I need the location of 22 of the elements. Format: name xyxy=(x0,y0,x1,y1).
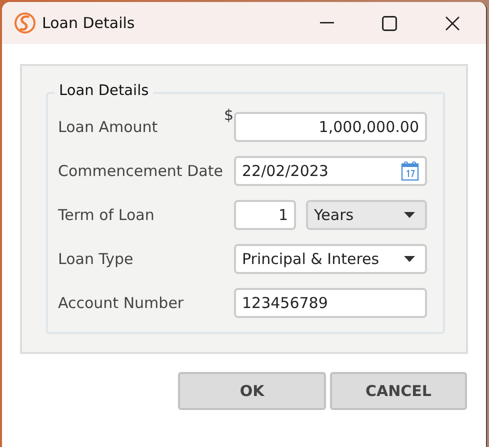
field-label: Loan Amount xyxy=(58,118,159,136)
dropdown-caret-icon[interactable] xyxy=(404,212,415,218)
field-label: Term of Loan xyxy=(58,206,156,224)
account-number-field[interactable]: 123456789 xyxy=(234,288,427,318)
dropdown-caret-icon[interactable] xyxy=(404,256,415,262)
field-label: Commencement Date xyxy=(58,162,224,180)
minimize-icon[interactable] xyxy=(320,22,334,24)
calendar-icon[interactable] xyxy=(401,161,419,181)
field-label: Loan Type xyxy=(58,250,134,268)
date-field[interactable]: 22/02/2023 xyxy=(234,156,427,186)
window-title: Loan Details xyxy=(42,14,135,32)
field-label: Account Number xyxy=(58,294,185,312)
currency-symbol: $ xyxy=(224,106,234,124)
amount-field[interactable]: 1,000,000.00 xyxy=(234,112,427,142)
ok-button[interactable]: OK xyxy=(178,372,326,410)
maximize-icon[interactable] xyxy=(382,16,397,30)
cancel-button[interactable]: CANCEL xyxy=(330,372,467,410)
loan-type-dropdown[interactable]: Principal & Interes xyxy=(234,244,427,274)
number-field[interactable]: 1 xyxy=(234,200,296,230)
logo-icon xyxy=(14,12,36,34)
close-icon[interactable] xyxy=(445,16,460,30)
unit-dropdown[interactable]: Years xyxy=(306,200,427,230)
